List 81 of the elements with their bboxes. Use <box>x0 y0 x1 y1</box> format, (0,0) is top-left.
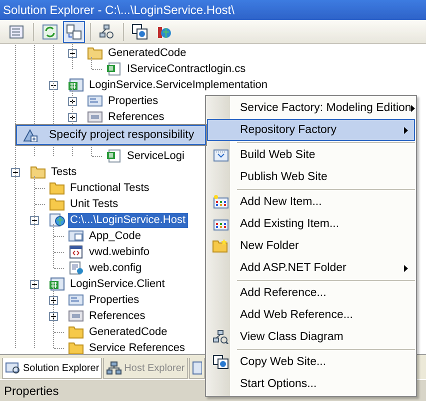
network-icon <box>106 361 122 375</box>
collapse-icon[interactable] <box>30 280 39 288</box>
tree-item[interactable]: vwd.webinfo <box>87 244 152 260</box>
code-file-icon <box>106 149 122 163</box>
tree-item[interactable]: Functional Tests <box>68 180 152 196</box>
properties-icon <box>87 94 103 108</box>
menu-item[interactable]: Build Web Site <box>207 144 415 166</box>
tree-item[interactable]: LoginService.Client <box>68 276 167 292</box>
menu-item[interactable]: Start Options... <box>207 373 415 395</box>
toolbar-button[interactable] <box>63 20 85 42</box>
copy-web-icon <box>213 355 229 369</box>
nested-files-icon <box>66 24 82 40</box>
menu-item[interactable]: Add ASP.NET Folder <box>207 257 415 279</box>
copy-web-icon <box>132 24 148 40</box>
menu-item[interactable]: New Folder <box>207 235 415 257</box>
folder-icon <box>87 46 103 60</box>
menu-item[interactable]: Add Web Reference... <box>207 304 415 326</box>
web-file-icon <box>68 245 84 259</box>
tree-item[interactable]: Properties <box>87 292 142 308</box>
item-icon <box>213 195 229 209</box>
expand-icon[interactable] <box>49 312 58 320</box>
config-file-icon <box>68 261 84 275</box>
refresh-icon <box>42 24 58 40</box>
tree-item[interactable]: C:\...\LoginService.Host <box>68 212 188 228</box>
properties-icon <box>9 24 25 40</box>
collapse-icon[interactable] <box>30 216 39 224</box>
menu-item[interactable]: Repository Factory <box>207 119 415 141</box>
panel-tab[interactable]: Solution Explorer <box>2 358 102 379</box>
expand-icon[interactable] <box>49 296 58 304</box>
build-icon <box>213 148 229 162</box>
tree-item[interactable]: IServiceContractlogin.cs <box>125 62 248 76</box>
folder-icon <box>49 197 65 211</box>
folder-icon <box>68 325 84 339</box>
tree-item[interactable]: Properties <box>106 94 160 108</box>
submenu-arrow-icon <box>411 104 416 112</box>
expand-icon[interactable] <box>68 96 77 106</box>
project-icon <box>68 78 84 92</box>
class-diagram-icon <box>213 330 229 344</box>
folder-icon <box>30 165 46 179</box>
folder-icon <box>68 229 84 243</box>
tree-item[interactable]: LoginService.ServiceImplementation <box>87 78 270 92</box>
tree-item[interactable]: App_Code <box>87 228 143 244</box>
tree-item[interactable]: GeneratedCode <box>106 46 188 60</box>
solution-explorer-icon <box>5 361 21 375</box>
web-project-icon <box>49 213 65 227</box>
panel-tab[interactable] <box>188 358 205 379</box>
menu-item[interactable]: Copy Web Site... <box>207 351 415 373</box>
submenu-arrow-icon <box>404 126 408 134</box>
responsibility-icon <box>22 128 38 142</box>
properties-icon <box>68 293 84 307</box>
project-icon <box>49 277 65 291</box>
tree-item[interactable]: Unit Tests <box>68 196 120 212</box>
menu-item[interactable]: Add Existing Item... <box>207 213 415 235</box>
menu-item[interactable]: Service Factory: Modeling Edition <box>207 97 415 119</box>
menu-item[interactable]: Specify project responsibility <box>16 125 206 145</box>
tree-item[interactable]: Service References <box>87 340 187 354</box>
tree-item[interactable]: References <box>106 110 166 124</box>
references-icon <box>68 309 84 323</box>
window-icon <box>192 361 202 375</box>
tree-item[interactable]: web.config <box>87 260 144 276</box>
menu-item[interactable]: Publish Web Site <box>207 166 415 188</box>
tree-item[interactable]: References <box>87 308 148 324</box>
submenu-arrow-icon <box>404 264 408 272</box>
collapse-icon[interactable] <box>49 80 58 90</box>
tree-item[interactable]: ServiceLogi <box>125 148 186 164</box>
folder-icon <box>49 181 65 195</box>
tree-item[interactable]: GeneratedCode <box>87 324 170 340</box>
code-file-icon <box>106 62 122 76</box>
menu-item[interactable]: View Class Diagram <box>207 326 415 348</box>
menu-item[interactable]: Add New Item... <box>207 191 415 213</box>
tree-item[interactable]: Tests <box>49 164 79 180</box>
item-icon <box>213 217 229 231</box>
collapse-icon[interactable] <box>68 48 77 58</box>
collapse-icon[interactable] <box>11 168 20 176</box>
references-icon <box>87 110 103 124</box>
panel-title: Properties <box>4 384 59 398</box>
window-title: Solution Explorer - C:\...\LoginService.Host\ <box>0 0 426 20</box>
class-diagram-icon <box>99 24 115 40</box>
expand-icon[interactable] <box>68 112 77 122</box>
menu-item[interactable]: Add Reference... <box>207 282 415 304</box>
folder-icon <box>212 239 228 253</box>
